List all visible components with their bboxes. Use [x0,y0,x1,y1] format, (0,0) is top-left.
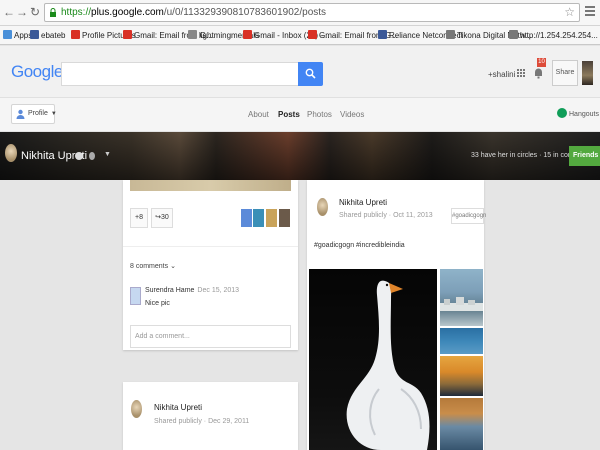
post-card: Nikhita Upreti Shared publicly · Dec 29,… [123,382,298,450]
apps-grid-icon[interactable] [517,69,526,78]
avatar[interactable] [582,61,593,85]
menu-icon[interactable] [585,6,595,18]
comment-text: Nice pic [145,300,170,307]
reload-icon[interactable]: ↻ [29,5,41,19]
plus-one-button[interactable]: +8 [130,208,148,228]
tab-posts[interactable]: Posts [278,110,300,119]
avatar[interactable] [130,287,141,305]
forward-arrow-icon[interactable]: → [16,5,28,19]
bookmark-icon [30,30,39,39]
search-input[interactable] [61,62,298,86]
tab-about[interactable]: About [248,110,269,119]
page-icon [509,30,518,39]
swan-photo[interactable] [309,269,437,450]
hangouts-button[interactable]: Hangouts [557,108,599,118]
share-count-button[interactable]: ↪30 [151,208,173,228]
avatar[interactable] [131,400,142,418]
avatar[interactable] [279,209,290,227]
back-arrow-icon[interactable]: ← [3,5,15,19]
bookmarks-bar: Apps ebateb Profile Pictures Gmail: Emai… [0,26,600,45]
lock-icon [50,8,56,17]
person-icon [16,109,25,119]
gmail-icon [123,30,132,39]
gmail-icon [308,30,317,39]
gmail-icon [71,30,80,39]
comment-author[interactable]: Surendra Hame Dec 15, 2013 [145,287,239,294]
apps-grid-icon [3,30,12,39]
comments-header[interactable]: 8 comments ⌄ [130,262,176,270]
browser-toolbar: ← → ↻ https://plus.google.com/u/0/113329… [0,0,600,26]
hangouts-icon [557,108,567,118]
avatar[interactable] [253,209,264,227]
photo-thumbnail[interactable] [440,328,483,354]
verified-icon [75,152,83,160]
bell-icon[interactable] [534,66,543,80]
avatar[interactable] [241,209,252,227]
profile-nav: Profile ▼ About Posts Photos Videos Hango… [0,98,600,132]
location-icon [89,152,95,160]
bookmark-item[interactable]: ebateb [30,29,65,42]
share-button[interactable]: Share [552,60,578,86]
tab-videos[interactable]: Videos [340,110,364,119]
photo-thumbnail[interactable] [440,269,483,326]
profile-dropdown[interactable]: Profile ▼ [11,104,57,124]
search-button[interactable] [298,62,323,86]
avatar[interactable] [317,198,328,216]
photo-thumbnail[interactable] [440,356,483,396]
hashtag-button[interactable]: #goadicgogn [451,208,486,224]
bookmark-apps[interactable]: Apps [3,29,32,42]
reliance-icon [378,30,387,39]
post-text: #goadicgogn #incredibleindia [314,242,405,249]
bookmark-item[interactable]: http://1.254.254.254... [509,29,598,42]
profile-avatar[interactable] [5,144,17,162]
add-comment-input[interactable]: Add a comment... [130,325,291,348]
tab-photos[interactable]: Photos [307,110,332,119]
google-plus-header: Google+ +shalini 10 [0,46,600,98]
search-icon [305,68,316,79]
page-icon [188,30,197,39]
post-meta: Shared publicly · Oct 11, 2013 [339,212,433,219]
notification-count-badge[interactable]: 10 [537,58,546,67]
chevron-down-icon: ▼ [50,111,57,117]
user-name-link[interactable]: +shalini [488,70,515,79]
bookmark-star-icon[interactable]: ☆ [564,5,575,19]
photo-thumbnail[interactable] [440,398,483,450]
post-card: +8 ↪30 8 comments ⌄ Surendra Hame Dec 15,… [123,180,298,350]
address-bar[interactable]: https://plus.google.com/u/0/113329390810… [44,3,580,22]
swan-image [346,280,430,450]
post-meta: Shared publicly · Dec 29, 2011 [154,418,250,425]
friends-button[interactable]: Friends [569,146,600,166]
chevron-down-icon: ⌄ [170,263,176,270]
comment-date: Dec 15, 2013 [197,287,240,294]
url-text: https://plus.google.com/u/0/113329390810… [61,7,327,18]
gmail-icon [243,30,252,39]
post-author[interactable]: Nikhita Upreti [339,198,387,207]
post-image [130,180,291,191]
chevron-down-icon[interactable]: ▼ [104,151,111,158]
page-icon [446,30,455,39]
post-author[interactable]: Nikhita Upreti [154,403,202,412]
thumbnail-scene [440,297,483,311]
avatar[interactable] [266,209,277,227]
